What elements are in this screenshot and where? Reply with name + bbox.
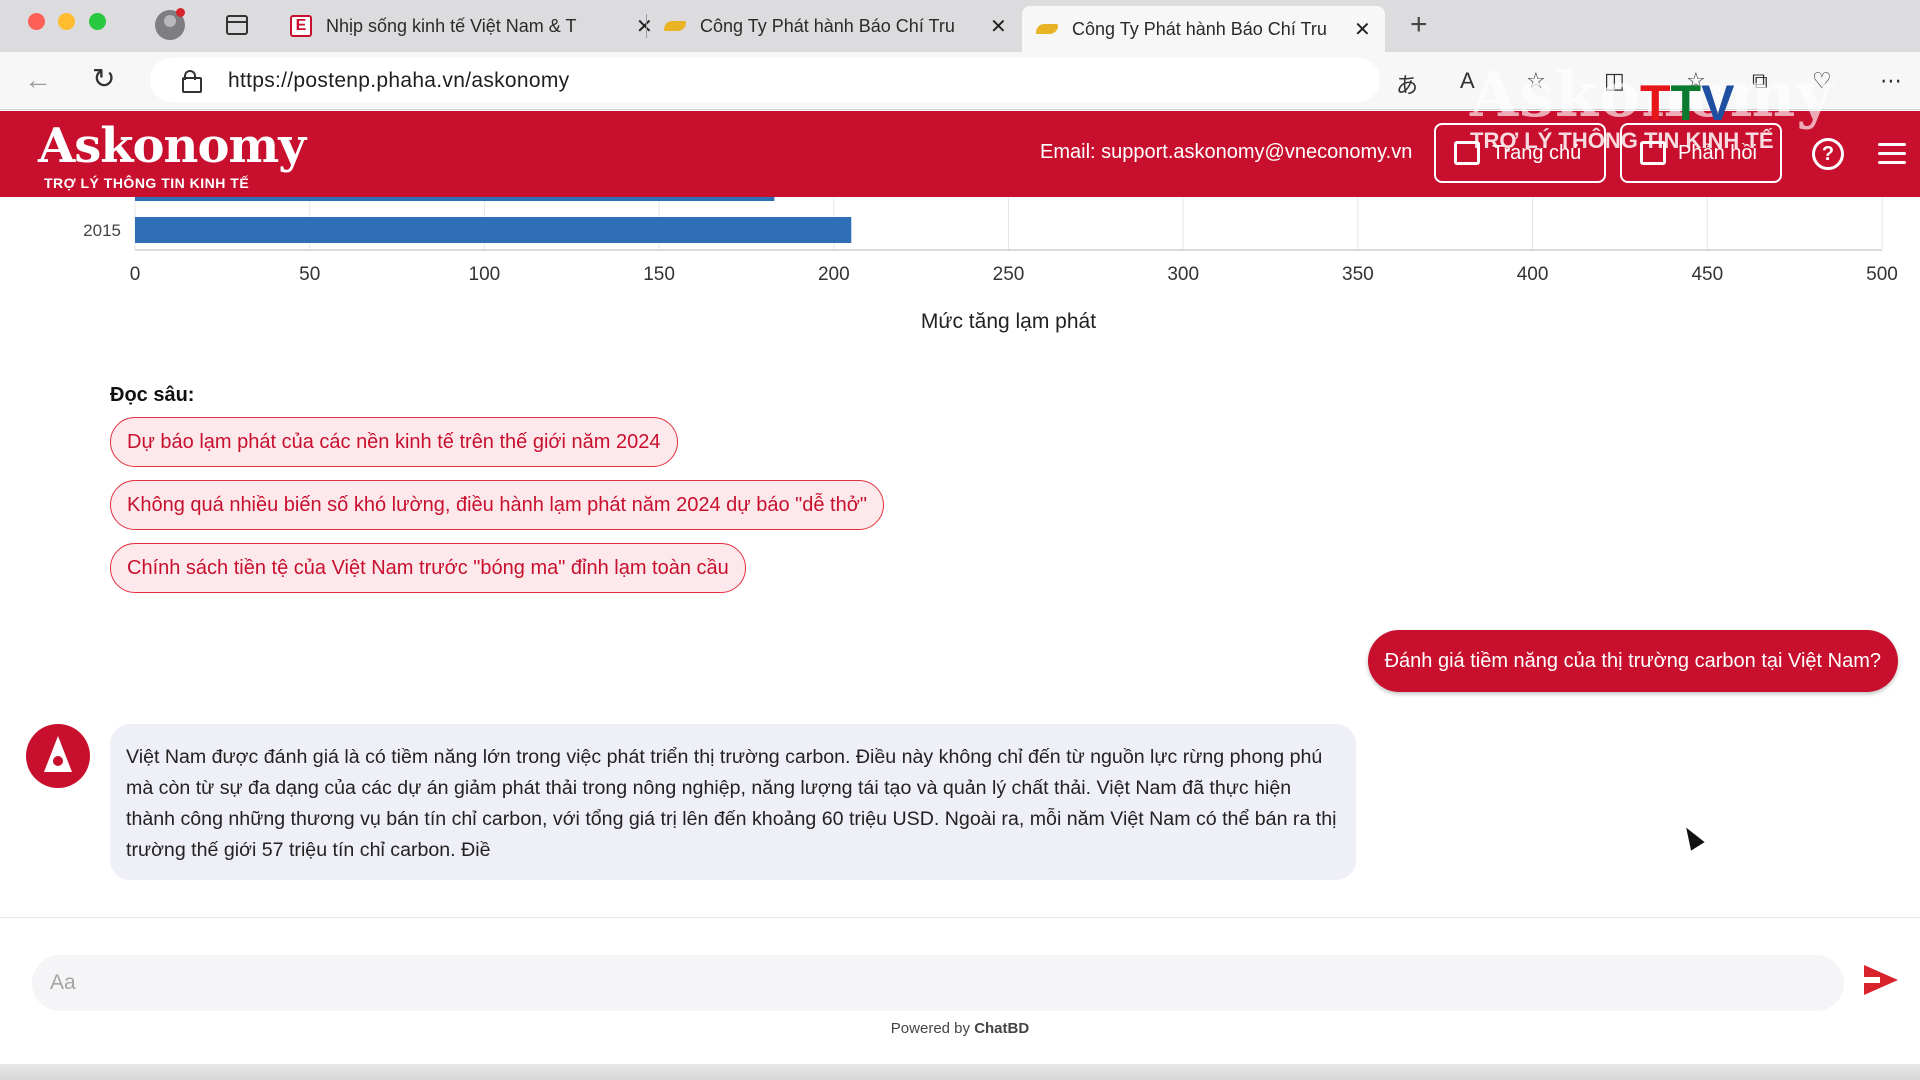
lock-icon bbox=[182, 70, 202, 93]
tab-separator bbox=[646, 14, 647, 38]
app-header: Askonomy TRỢ LÝ THÔNG TIN KINH TẾ Email:… bbox=[0, 111, 1920, 197]
x-tick-label: 200 bbox=[818, 264, 850, 285]
home-button[interactable]: Trang chủ bbox=[1434, 123, 1606, 183]
close-tab-icon[interactable]: ✕ bbox=[1354, 17, 1371, 42]
profile-notification-dot bbox=[176, 8, 185, 17]
e-magazine-icon: E bbox=[290, 15, 312, 37]
x-tick-label: 400 bbox=[1517, 264, 1549, 285]
askonomy-logo[interactable]: Askonomy TRỢ LÝ THÔNG TIN KINH TẾ bbox=[38, 117, 306, 191]
x-tick-label: 500 bbox=[1866, 264, 1898, 285]
browser-tab-active[interactable]: Công Ty Phát hành Báo Chí Tru ✕ bbox=[1022, 6, 1385, 52]
reading-link[interactable]: Dự báo lạm phát của các nền kinh tế trên… bbox=[110, 417, 678, 467]
x-tick-label: 450 bbox=[1691, 264, 1723, 285]
reading-link[interactable]: Không quá nhiều biến số khó lường, điều … bbox=[110, 480, 884, 530]
gift-icon bbox=[1640, 141, 1666, 165]
close-tab-icon[interactable]: ✕ bbox=[636, 14, 653, 39]
browser-tab-bar: E Nhịp sống kinh tế Việt Nam & T ✕ Công … bbox=[0, 0, 1920, 52]
browser-essentials-icon[interactable]: ♡ bbox=[1812, 68, 1832, 94]
favorites-icon[interactable]: ☆ bbox=[1686, 68, 1706, 94]
read-aloud-icon[interactable]: A bbox=[1460, 68, 1475, 94]
feedback-button[interactable]: Phản hồi bbox=[1620, 123, 1782, 183]
x-tick-label: 300 bbox=[1167, 264, 1199, 285]
url-text: https://postenp.phaha.vn/askonomy bbox=[228, 69, 570, 92]
logo-tagline: TRỢ LÝ THÔNG TIN KINH TẾ bbox=[44, 175, 250, 191]
close-tab-icon[interactable]: ✕ bbox=[990, 14, 1007, 39]
x-tick-label: 150 bbox=[643, 264, 675, 285]
address-bar[interactable]: https://postenp.phaha.vn/askonomy bbox=[150, 58, 1380, 102]
mouse-cursor-icon bbox=[1679, 823, 1705, 851]
reading-title: Đọc sâu: bbox=[110, 384, 195, 406]
user-message: Đánh giá tiềm năng của thị trường carbon… bbox=[1367, 630, 1898, 692]
split-screen-icon[interactable]: ◫ bbox=[1604, 68, 1625, 94]
tab-actions-icon[interactable] bbox=[226, 15, 248, 35]
home-button-label: Trang chủ bbox=[1492, 141, 1582, 164]
browser-toolbar: ← ↻ https://postenp.phaha.vn/askonomy あ … bbox=[0, 52, 1920, 110]
logo-name: Askonomy bbox=[38, 118, 306, 174]
x-tick-label: 250 bbox=[993, 264, 1025, 285]
hamburger-menu-icon[interactable] bbox=[1878, 143, 1906, 170]
y-tick-label: 2015 bbox=[83, 221, 121, 240]
x-tick-label: 0 bbox=[130, 264, 141, 285]
maximize-window-button[interactable] bbox=[89, 13, 106, 30]
x-tick-label: 350 bbox=[1342, 264, 1374, 285]
composer-divider bbox=[0, 917, 1920, 918]
x-tick-label: 100 bbox=[469, 264, 501, 285]
window-bottom-edge bbox=[0, 1064, 1920, 1080]
back-arrow-icon[interactable]: ← bbox=[24, 64, 52, 96]
bar bbox=[135, 197, 775, 201]
favorites-star-icon[interactable]: ☆ bbox=[1526, 68, 1546, 94]
collections-icon[interactable]: ⧉ bbox=[1752, 68, 1768, 94]
powered-prefix: Powered by bbox=[890, 1020, 975, 1037]
support-email: Email: support.askonomy@vneconomy.vn bbox=[1040, 141, 1413, 163]
help-icon[interactable]: ? bbox=[1812, 138, 1844, 170]
bot-avatar-icon bbox=[26, 724, 90, 788]
new-tab-icon[interactable]: + bbox=[1410, 8, 1428, 42]
tab-title: Nhịp sống kinh tế Việt Nam & T bbox=[326, 15, 577, 36]
send-icon[interactable] bbox=[1864, 965, 1898, 995]
minimize-window-button[interactable] bbox=[58, 13, 75, 30]
tab-title: Công Ty Phát hành Báo Chí Tru bbox=[1072, 18, 1327, 39]
translate-icon[interactable]: あ bbox=[1396, 68, 1418, 100]
more-options-icon[interactable]: ⋯ bbox=[1880, 68, 1902, 94]
browser-tab[interactable]: Công Ty Phát hành Báo Chí Tru ✕ bbox=[664, 6, 1007, 46]
browser-tab[interactable]: E Nhịp sống kinh tế Việt Nam & T ✕ bbox=[290, 6, 653, 46]
message-input[interactable] bbox=[32, 955, 1844, 1011]
powered-by: Powered by ChatBD bbox=[0, 1020, 1920, 1037]
reload-icon[interactable]: ↻ bbox=[92, 62, 115, 95]
tab-title: Công Ty Phát hành Báo Chí Tru bbox=[700, 15, 955, 36]
bird-icon bbox=[1036, 18, 1058, 40]
bird-icon bbox=[664, 15, 686, 37]
bot-message: Việt Nam được đánh giá là có tiềm năng l… bbox=[110, 724, 1356, 880]
feedback-button-label: Phản hồi bbox=[1678, 141, 1757, 164]
x-axis-label: Mức tăng lạm phát bbox=[921, 310, 1096, 333]
x-tick-label: 50 bbox=[299, 264, 320, 285]
bar bbox=[135, 217, 852, 243]
reading-link[interactable]: Chính sách tiền tệ của Việt Nam trước "b… bbox=[110, 543, 746, 593]
close-window-button[interactable] bbox=[28, 13, 45, 30]
inflation-bar-chart: 0 50 100 150 200 250 300 350 400 450 500 2015 Mức tă… bbox=[83, 197, 1898, 333]
home-icon bbox=[1454, 141, 1480, 165]
powered-brand: ChatBD bbox=[974, 1020, 1030, 1037]
